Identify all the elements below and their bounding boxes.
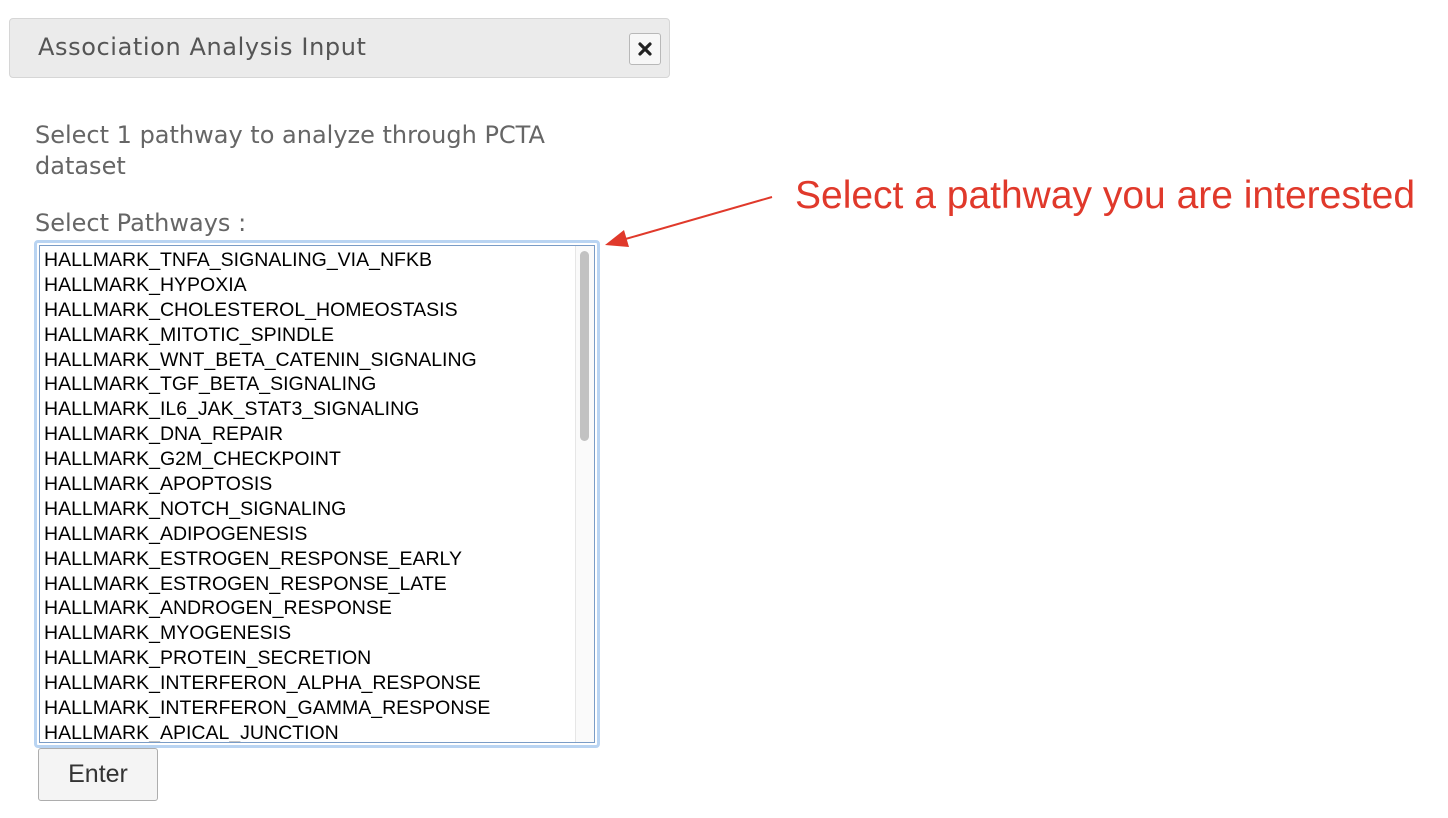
listbox-scrollbar[interactable] [575, 246, 594, 742]
pathway-option[interactable]: HALLMARK_INTERFERON_GAMMA_RESPONSE [40, 696, 576, 721]
pathway-option[interactable]: HALLMARK_ESTROGEN_RESPONSE_LATE [40, 572, 576, 597]
pathway-list: HALLMARK_TNFA_SIGNALING_VIA_NFKB HALLMARK… [40, 246, 576, 742]
pathway-option[interactable]: HALLMARK_DNA_REPAIR [40, 422, 576, 447]
pathway-option[interactable]: HALLMARK_INTERFERON_ALPHA_RESPONSE [40, 671, 576, 696]
pathway-option[interactable]: HALLMARK_ADIPOGENESIS [40, 522, 576, 547]
pathway-option[interactable]: HALLMARK_APICAL_JUNCTION [40, 721, 576, 742]
select-pathways-label: Select Pathways : [35, 209, 247, 237]
association-analysis-page: Association Analysis Input Select 1 path… [0, 0, 1448, 818]
scrollbar-thumb[interactable] [580, 251, 589, 441]
pathway-option[interactable]: HALLMARK_ANDROGEN_RESPONSE [40, 596, 576, 621]
pathway-listbox-focus-ring: HALLMARK_TNFA_SIGNALING_VIA_NFKB HALLMARK… [34, 240, 600, 748]
pathway-option[interactable]: HALLMARK_ESTROGEN_RESPONSE_EARLY [40, 547, 576, 572]
pathway-option[interactable]: HALLMARK_MYOGENESIS [40, 621, 576, 646]
pathway-option[interactable]: HALLMARK_CHOLESTEROL_HOMEOSTASIS [40, 298, 576, 323]
pathway-option[interactable]: HALLMARK_WNT_BETA_CATENIN_SIGNALING [40, 348, 576, 373]
pathway-option[interactable]: HALLMARK_MITOTIC_SPINDLE [40, 323, 576, 348]
close-button[interactable] [629, 33, 661, 65]
enter-button[interactable]: Enter [38, 748, 158, 801]
pathway-option[interactable]: HALLMARK_TNFA_SIGNALING_VIA_NFKB [40, 248, 576, 273]
dialog-header: Association Analysis Input [9, 18, 670, 78]
dialog-title: Association Analysis Input [38, 33, 367, 61]
pathway-option[interactable]: HALLMARK_PROTEIN_SECRETION [40, 646, 576, 671]
annotation-text: Select a pathway you are interested [795, 174, 1416, 217]
instructions-text: Select 1 pathway to analyze through PCTA… [35, 121, 545, 180]
pathway-option[interactable]: HALLMARK_TGF_BETA_SIGNALING [40, 372, 576, 397]
pathway-option[interactable]: HALLMARK_APOPTOSIS [40, 472, 576, 497]
close-x-icon [638, 42, 652, 56]
pathway-option[interactable]: HALLMARK_NOTCH_SIGNALING [40, 497, 576, 522]
pathway-option[interactable]: HALLMARK_HYPOXIA [40, 273, 576, 298]
pathway-listbox[interactable]: HALLMARK_TNFA_SIGNALING_VIA_NFKB HALLMARK… [39, 245, 595, 743]
pathway-option[interactable]: HALLMARK_G2M_CHECKPOINT [40, 447, 576, 472]
pathway-option[interactable]: HALLMARK_IL6_JAK_STAT3_SIGNALING [40, 397, 576, 422]
